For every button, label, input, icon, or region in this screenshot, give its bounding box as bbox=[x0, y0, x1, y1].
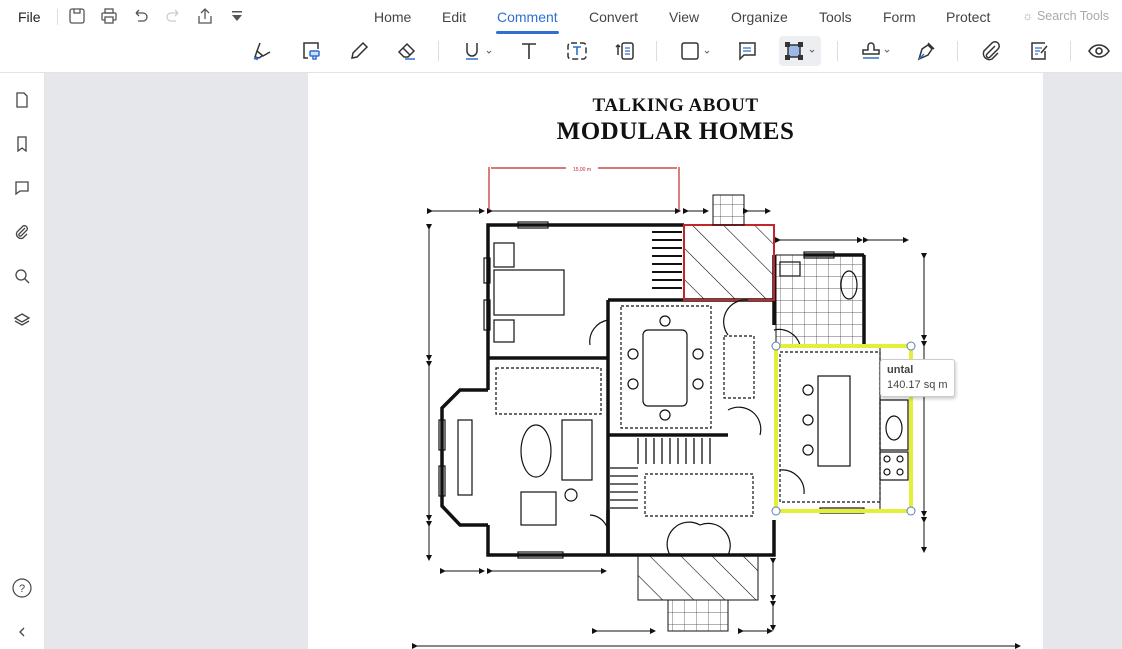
divider bbox=[656, 41, 657, 61]
tooltip-value: 140.17 sq m bbox=[887, 379, 948, 391]
redo-icon[interactable] bbox=[164, 7, 182, 25]
tab-organize[interactable]: Organize bbox=[731, 9, 788, 25]
tooltip-title: untal bbox=[887, 364, 914, 376]
underline-icon bbox=[466, 43, 492, 60]
search-tools[interactable]: ☼ Search Tools bbox=[1022, 9, 1109, 23]
pencil-tool[interactable] bbox=[343, 36, 375, 66]
edit-comments-tool[interactable] bbox=[1023, 36, 1055, 66]
tab-convert[interactable]: Convert bbox=[589, 9, 638, 25]
pencil-icon bbox=[351, 41, 369, 59]
tab-protect[interactable]: Protect bbox=[946, 9, 990, 25]
left-sidebar: ? bbox=[0, 73, 45, 649]
rectangle-icon bbox=[681, 42, 710, 60]
tab-view[interactable]: View bbox=[669, 9, 699, 25]
bookmark-icon[interactable] bbox=[13, 135, 31, 153]
print-icon[interactable] bbox=[100, 7, 118, 25]
pen-nib-icon bbox=[917, 42, 935, 61]
save-icon[interactable] bbox=[68, 7, 86, 25]
highlight-tool[interactable] bbox=[247, 36, 279, 66]
highlighter-icon bbox=[253, 42, 271, 61]
toolbar-area: File Home Edit Comment Convert View Orga… bbox=[0, 0, 1122, 73]
dimension-label: 15.00 m bbox=[573, 167, 591, 173]
text-icon bbox=[522, 43, 536, 59]
text-box-tool[interactable] bbox=[561, 36, 593, 66]
dropdown-icon[interactable] bbox=[228, 7, 246, 25]
svg-text:?: ? bbox=[19, 583, 25, 595]
attachment-icon[interactable] bbox=[13, 223, 31, 241]
eraser-tool[interactable] bbox=[391, 36, 423, 66]
edit-list-icon bbox=[1031, 42, 1048, 60]
tab-tools[interactable]: Tools bbox=[819, 9, 852, 25]
rectangle-tool[interactable] bbox=[675, 36, 715, 66]
tab-comment[interactable]: Comment bbox=[496, 9, 559, 34]
page-icon[interactable] bbox=[13, 91, 31, 109]
divider bbox=[57, 9, 58, 25]
comment-icon[interactable] bbox=[13, 179, 31, 197]
tab-edit[interactable]: Edit bbox=[442, 9, 466, 25]
text-box-icon bbox=[567, 42, 587, 60]
callout-icon bbox=[615, 42, 634, 60]
lightbulb-icon: ☼ bbox=[1022, 9, 1037, 23]
signature-tool[interactable] bbox=[910, 36, 942, 66]
comment-note-icon bbox=[739, 42, 756, 61]
eraser-icon bbox=[397, 42, 416, 60]
hide-comments-tool[interactable] bbox=[1083, 36, 1115, 66]
share-icon[interactable] bbox=[196, 7, 214, 25]
eye-icon bbox=[1088, 44, 1110, 58]
collapse-icon[interactable] bbox=[13, 623, 31, 641]
stamp-icon bbox=[862, 42, 890, 59]
stamp-tool[interactable] bbox=[856, 36, 896, 66]
layers-icon[interactable] bbox=[13, 311, 31, 329]
undo-icon[interactable] bbox=[132, 7, 150, 25]
divider bbox=[957, 41, 958, 61]
file-menu[interactable]: File bbox=[18, 9, 41, 25]
divider bbox=[1070, 41, 1071, 61]
area-measure-tool[interactable] bbox=[779, 36, 821, 66]
divider bbox=[438, 41, 439, 61]
area-highlight-icon bbox=[303, 42, 320, 60]
text-tool[interactable] bbox=[513, 36, 545, 66]
help-icon[interactable]: ? bbox=[11, 577, 33, 599]
measurement-tooltip: untal 140.17 sq m bbox=[880, 359, 955, 397]
divider bbox=[837, 41, 838, 61]
underline-tool[interactable] bbox=[458, 36, 498, 66]
search-icon[interactable] bbox=[13, 267, 31, 285]
area-highlight-tool[interactable] bbox=[295, 36, 327, 66]
area-measure-icon bbox=[785, 42, 815, 60]
paperclip-icon bbox=[982, 41, 1000, 61]
callout-tool[interactable] bbox=[609, 36, 641, 66]
note-tool[interactable] bbox=[731, 36, 763, 66]
tab-home[interactable]: Home bbox=[374, 9, 411, 25]
attachment-tool[interactable] bbox=[975, 36, 1007, 66]
tab-form[interactable]: Form bbox=[883, 9, 916, 25]
